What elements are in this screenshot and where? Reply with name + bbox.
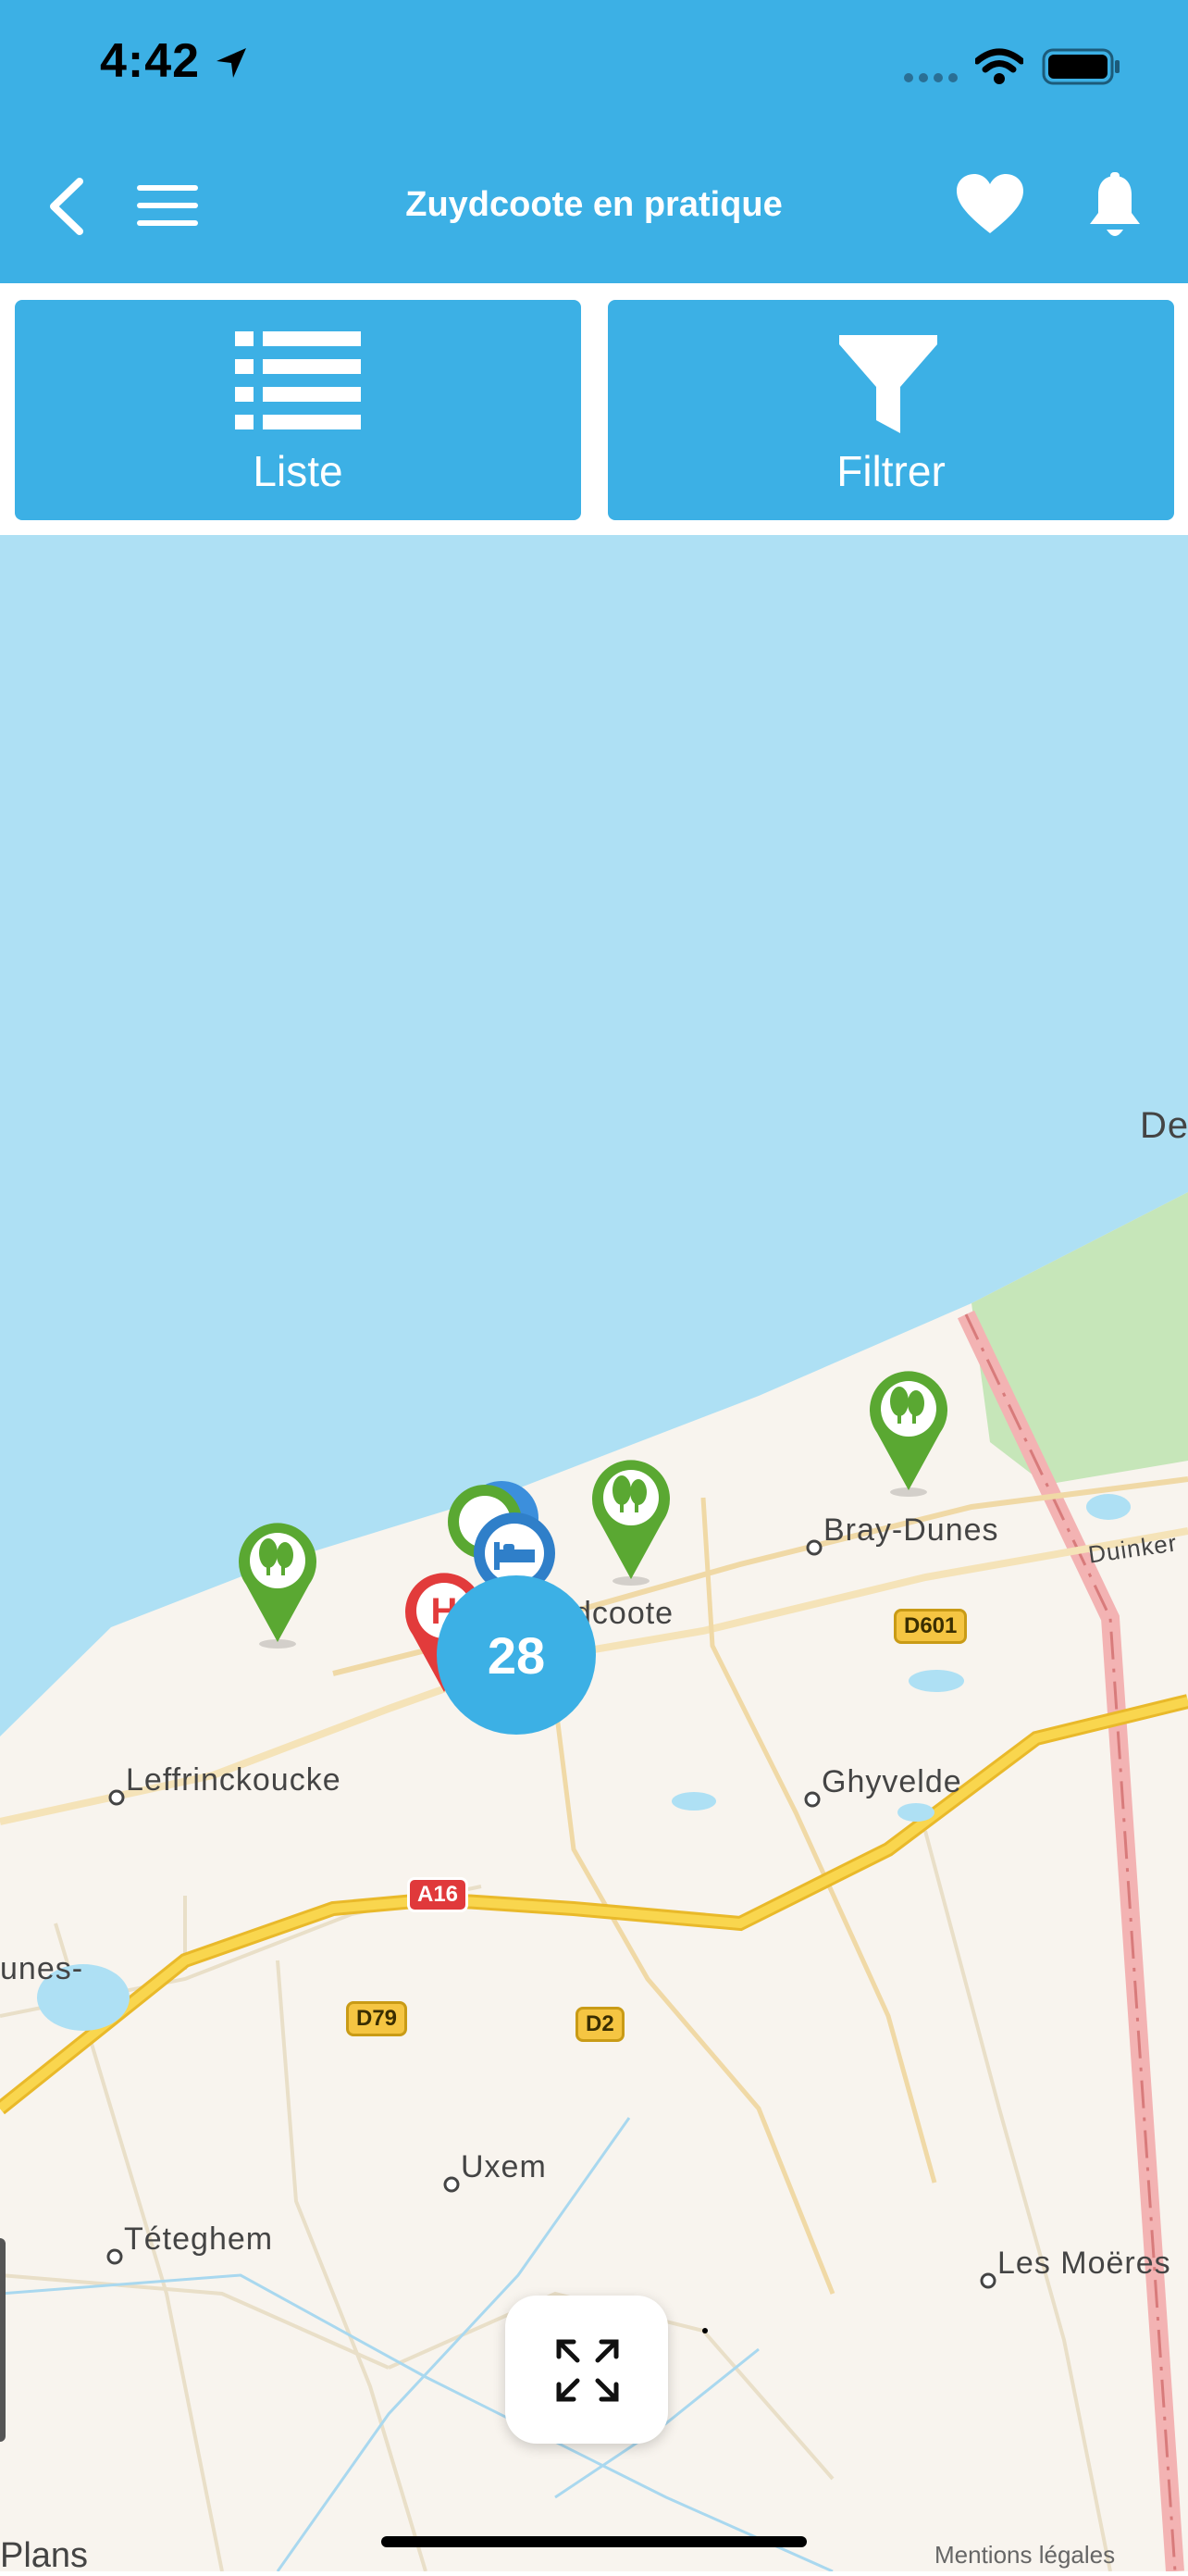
place-teteghem: Téteghem (124, 2221, 274, 2257)
wifi-icon (975, 48, 1023, 84)
place-les-moeres: Les Moëres (997, 2246, 1171, 2281)
place-leffrinckoucke: Leffrinckoucke (126, 1762, 341, 1798)
road-d601: D601 (894, 1609, 968, 1644)
list-button-label: Liste (253, 447, 343, 495)
filter-button[interactable]: Filtrer (608, 300, 1174, 520)
list-button[interactable]: Liste (15, 300, 581, 520)
nature-pin-icon[interactable] (864, 1368, 953, 1498)
filter-icon (839, 335, 937, 433)
road-a16: A16 (407, 1877, 469, 1912)
place-ghyvelde: Ghyvelde (822, 1764, 962, 1799)
filter-button-label: Filtrer (836, 447, 946, 495)
list-icon (235, 331, 361, 429)
road-d2: D2 (575, 2007, 625, 2042)
home-indicator (381, 2536, 807, 2547)
expand-map-button[interactable] (505, 2296, 668, 2444)
signal-icon (904, 73, 958, 82)
expand-icon (556, 2339, 619, 2402)
heart-icon[interactable] (955, 172, 1025, 237)
bell-icon[interactable] (1086, 172, 1144, 244)
cluster-marker[interactable]: 28 (437, 1575, 596, 1735)
nature-pin-icon[interactable] (587, 1457, 675, 1587)
status-time: 4:42 (100, 34, 201, 88)
place-bray-dunes: Bray-Dunes (823, 1512, 999, 1548)
legal-link[interactable]: Mentions légales (934, 2541, 1115, 2570)
app-header: 4:42 Zuydcoote en pratique (0, 0, 1188, 283)
road-d79: D79 (346, 2001, 408, 2036)
place-uxem: Uxem (461, 2149, 547, 2184)
location-arrow-icon (217, 48, 246, 78)
map-attribution: Plans (0, 2536, 89, 2575)
place-dunes-partial: unes- (0, 1951, 84, 1986)
side-handle (0, 2238, 6, 2442)
place-de-partial: De (1140, 1105, 1188, 1146)
map-view[interactable]: Leffrinckoucke Bray-Dunes Ghyvelde dcoot… (0, 535, 1188, 2571)
nature-pin-icon[interactable] (233, 1520, 322, 1649)
battery-icon (1042, 48, 1120, 85)
